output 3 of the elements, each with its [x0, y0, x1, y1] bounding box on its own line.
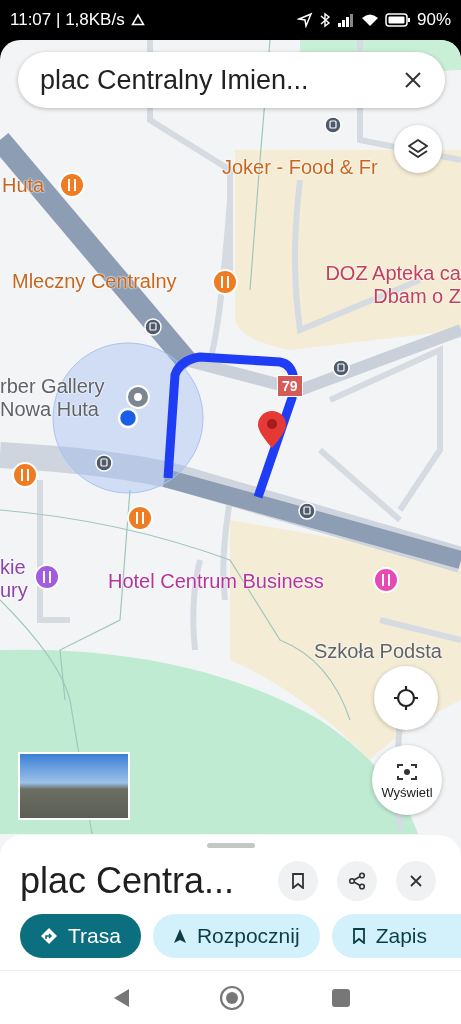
- status-time-speed: 11:07 | 1,8KB/s: [10, 10, 125, 30]
- road-number-badge: 79: [277, 375, 303, 397]
- battery-percent: 90%: [416, 10, 451, 30]
